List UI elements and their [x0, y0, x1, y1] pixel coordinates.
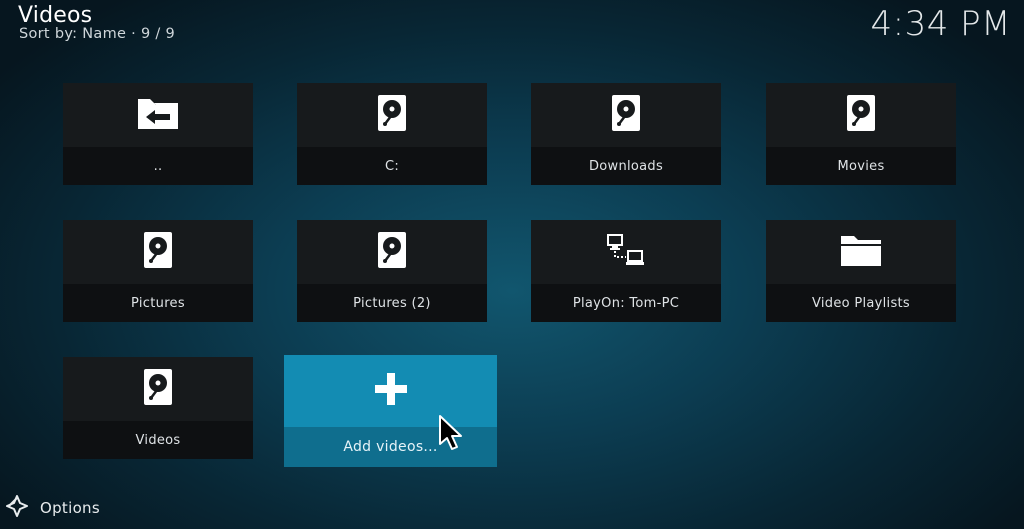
hard-drive-icon — [377, 94, 407, 136]
tile-playon[interactable]: PlayOn: Tom-PC — [531, 220, 721, 322]
tile-label: Videos — [63, 421, 253, 459]
tile-downloads[interactable]: Downloads — [531, 83, 721, 185]
folder-back-icon — [136, 95, 180, 135]
tile-label: PlayOn: Tom-PC — [531, 284, 721, 322]
add-videos-button[interactable]: Add videos... — [284, 355, 497, 467]
tile-parent-folder[interactable]: .. — [63, 83, 253, 185]
tile-label: Downloads — [531, 147, 721, 185]
tile-label: .. — [63, 147, 253, 185]
tile-videos[interactable]: Videos — [63, 357, 253, 459]
clock: 4:34 PM — [870, 4, 1011, 44]
hard-drive-icon — [377, 231, 407, 273]
mouse-cursor-icon — [438, 414, 464, 452]
hard-drive-icon — [143, 368, 173, 410]
hard-drive-icon — [611, 94, 641, 136]
hard-drive-icon — [846, 94, 876, 136]
options-label: Options — [40, 499, 100, 517]
hard-drive-icon — [143, 231, 173, 273]
tile-pictures-2[interactable]: Pictures (2) — [297, 220, 487, 322]
page-title: Videos — [18, 3, 93, 28]
tile-video-playlists[interactable]: Video Playlists — [766, 220, 956, 322]
options-icon — [6, 495, 28, 521]
tile-pictures[interactable]: Pictures — [63, 220, 253, 322]
tile-label: Movies — [766, 147, 956, 185]
tile-label: Pictures — [63, 284, 253, 322]
tile-label: Video Playlists — [766, 284, 956, 322]
plus-icon — [373, 371, 409, 411]
sort-info: Sort by: Name · 9 / 9 — [19, 26, 176, 42]
tile-c-drive[interactable]: C: — [297, 83, 487, 185]
tile-movies[interactable]: Movies — [766, 83, 956, 185]
tile-label: Pictures (2) — [297, 284, 487, 322]
network-icon — [606, 233, 646, 271]
tile-label: C: — [297, 147, 487, 185]
options-button[interactable]: Options — [6, 495, 100, 521]
folder-icon — [839, 232, 883, 272]
tile-label: Add videos... — [284, 427, 497, 467]
